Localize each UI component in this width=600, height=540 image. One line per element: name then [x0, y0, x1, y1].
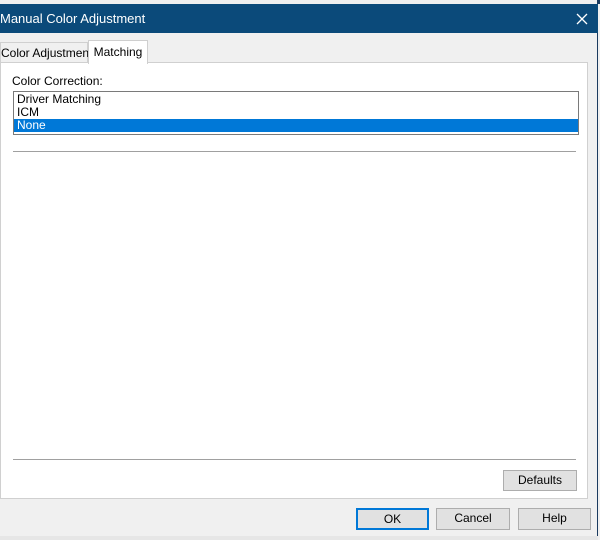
close-button[interactable] [566, 4, 598, 33]
color-correction-listbox[interactable]: Driver Matching ICM None [13, 91, 579, 135]
divider [13, 151, 576, 153]
tab-color-adjustment[interactable]: Color Adjustment [0, 42, 92, 63]
list-item-driver-matching[interactable]: Driver Matching [14, 93, 578, 106]
matching-tab-page: Color Correction: Driver Matching ICM No… [0, 62, 588, 499]
tab-matching[interactable]: Matching [88, 40, 148, 64]
color-correction-label: Color Correction: [12, 74, 103, 88]
screen: Manual Color Adjustment Color Adjustment… [0, 0, 600, 540]
close-icon [576, 13, 588, 24]
list-item-icm[interactable]: ICM [14, 106, 578, 119]
ok-button[interactable]: OK [356, 508, 429, 530]
defaults-button[interactable]: Defaults [503, 470, 577, 491]
help-button[interactable]: Help [518, 508, 591, 530]
title-bar[interactable]: Manual Color Adjustment [0, 4, 598, 33]
bottom-edge [0, 536, 598, 540]
window-title: Manual Color Adjustment [0, 11, 146, 26]
list-item-none[interactable]: None [14, 119, 578, 132]
manual-color-adjustment-dialog: Manual Color Adjustment Color Adjustment… [0, 0, 598, 540]
cancel-button[interactable]: Cancel [436, 508, 510, 530]
divider [13, 459, 576, 461]
